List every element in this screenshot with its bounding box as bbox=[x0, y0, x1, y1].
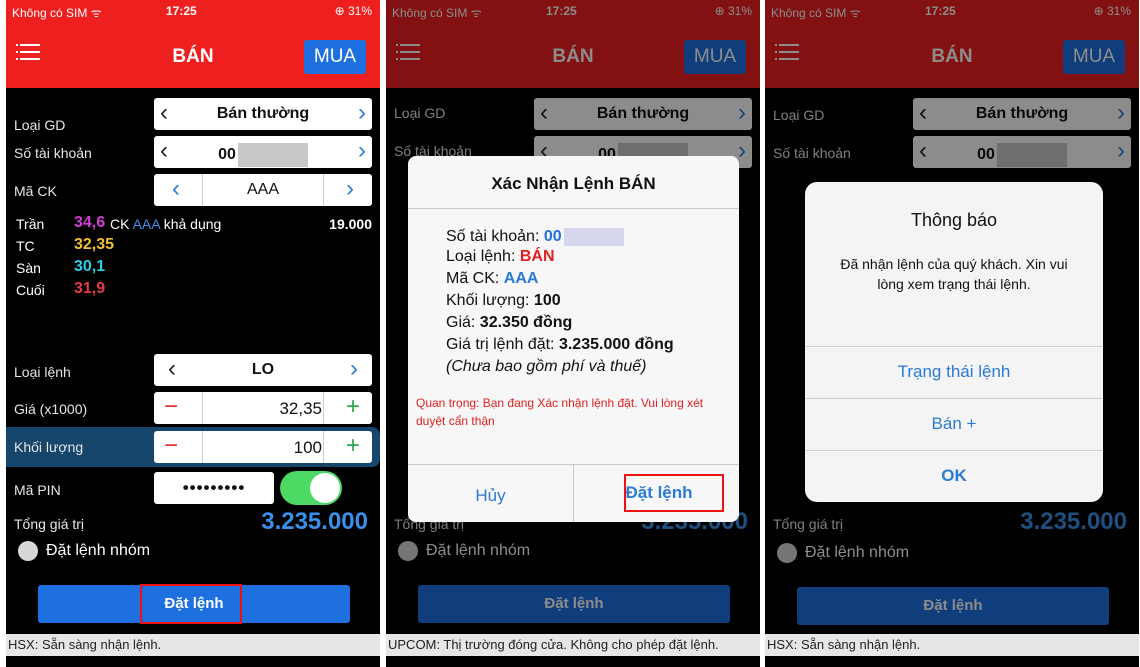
market-status: UPCOM: Thị trường đóng cửa. Không cho ph… bbox=[386, 634, 760, 656]
qty-label: Khối lượng bbox=[14, 439, 84, 455]
order-type-selector[interactable]: ‹ Bán thường › bbox=[154, 98, 372, 130]
account-selector[interactable]: ‹ 00 › bbox=[154, 136, 372, 168]
screen-confirm: Không có SIM ᯤ 17:25 ⊕ 31% BÁN MUA Loại … bbox=[386, 0, 760, 667]
dialog-title: Thông báo bbox=[910, 210, 998, 230]
notice-dialog: Thông báo Đã nhận lệnh của quý khách. Xi… bbox=[805, 182, 1103, 502]
highlight-outline bbox=[624, 474, 724, 512]
pin-label: Mã PIN bbox=[14, 482, 61, 498]
symbol-value: AAA bbox=[246, 181, 279, 198]
total-value: 3.235.000 bbox=[261, 508, 368, 535]
chevron-right-icon[interactable]: › bbox=[350, 356, 358, 382]
chevron-left-icon[interactable]: ‹ bbox=[160, 138, 168, 164]
group-order-radio[interactable] bbox=[18, 541, 38, 561]
chevron-right-icon[interactable]: › bbox=[358, 100, 366, 126]
market-status: HSX: Sẵn sàng nhận lệnh. bbox=[765, 634, 1139, 656]
confirm-warning: Quan trọng: Bạn đang Xác nhận lệnh đặt. … bbox=[416, 396, 704, 428]
chevron-left-icon[interactable]: ‹ bbox=[160, 100, 168, 126]
dialog-title: Xác Nhận Lệnh BÁN bbox=[491, 174, 656, 193]
ref-label: TC bbox=[16, 238, 35, 254]
plus-icon[interactable]: + bbox=[346, 393, 360, 421]
redacted-block bbox=[237, 143, 308, 167]
ok-button[interactable]: OK bbox=[805, 451, 1103, 501]
chevron-left-icon[interactable]: ‹ bbox=[168, 356, 176, 382]
cancel-button[interactable]: Hủy bbox=[408, 470, 573, 522]
order-type-label: Loại GD bbox=[14, 117, 66, 133]
confirm-price: Giá: 32.350 đồng bbox=[446, 314, 573, 331]
order-type-value: Bán thường bbox=[216, 105, 310, 122]
available-qty: 19.000 bbox=[329, 216, 372, 232]
floor-label: Sàn bbox=[16, 260, 41, 276]
sell-more-button[interactable]: Bán + bbox=[805, 399, 1103, 449]
ceiling-label: Trần bbox=[16, 216, 45, 232]
save-pin-toggle[interactable] bbox=[280, 471, 342, 505]
minus-icon[interactable]: − bbox=[164, 432, 178, 460]
order-kind-value: LO bbox=[251, 361, 275, 378]
confirm-value: Giá trị lệnh đặt: 3.235.000 đồng bbox=[446, 336, 674, 353]
screen-notice: Không có SIM ᯤ 17:25 ⊕ 31% BÁN MUA Loại … bbox=[765, 0, 1139, 667]
symbol-selector[interactable]: ‹ AAA › bbox=[154, 174, 372, 206]
qty-stepper[interactable]: − 100 + bbox=[154, 431, 372, 463]
chevron-left-icon[interactable]: ‹ bbox=[172, 176, 180, 202]
ceiling-row: Trần 34,6 bbox=[16, 214, 105, 232]
order-kind-label: Loại lệnh bbox=[14, 364, 71, 380]
qty-input[interactable]: 100 bbox=[204, 438, 322, 458]
last-value: 31,9 bbox=[74, 280, 106, 297]
chevron-right-icon[interactable]: › bbox=[358, 138, 366, 164]
price-input[interactable]: 32,35 bbox=[204, 399, 322, 419]
pin-input[interactable]: ••••••••• bbox=[154, 472, 274, 504]
confirm-symbol: Mã CK: AAA bbox=[446, 270, 539, 287]
available-text: CK AAA khả dụng bbox=[110, 216, 222, 232]
battery-indicator: ⊕ 31% bbox=[334, 4, 372, 18]
carrier-text: Không có SIM ᯤ bbox=[12, 6, 102, 20]
plus-icon[interactable]: + bbox=[346, 432, 360, 460]
dialog-message: Đã nhận lệnh của quý khách. Xin vui lòng… bbox=[840, 256, 1068, 292]
account-label: Số tài khoản bbox=[14, 145, 92, 161]
ref-value: 32,35 bbox=[74, 236, 115, 253]
market-status: HSX: Sẵn sàng nhận lệnh. bbox=[6, 634, 380, 656]
price-stepper[interactable]: − 32,35 + bbox=[154, 392, 372, 424]
last-label: Cuối bbox=[16, 282, 45, 298]
group-order-label: Đặt lệnh nhóm bbox=[46, 542, 151, 559]
order-kind-selector[interactable]: ‹ LO › bbox=[154, 354, 372, 386]
ref-row: TC 32,35 bbox=[16, 236, 114, 254]
symbol-label: Mã CK bbox=[14, 183, 57, 199]
confirm-qty: Khối lượng: 100 bbox=[446, 292, 561, 309]
status-bar: Không có SIM ᯤ 17:25 ⊕ 31% bbox=[6, 0, 380, 22]
screen-order-form: Không có SIM ᯤ 17:25 ⊕ 31% BÁN MUA Loại … bbox=[6, 0, 380, 667]
ceiling-value: 34,6 bbox=[74, 214, 106, 231]
nav-bar: BÁN MUA bbox=[6, 22, 380, 88]
redacted-block bbox=[563, 228, 624, 246]
confirm-order-dialog: Xác Nhận Lệnh BÁN Số tài khoản: 00 Loại … bbox=[408, 156, 739, 522]
total-label: Tổng giá trị bbox=[14, 516, 85, 532]
confirm-account: Số tài khoản: 00 bbox=[446, 228, 624, 246]
order-status-button[interactable]: Trạng thái lệnh bbox=[805, 347, 1103, 397]
minus-icon[interactable]: − bbox=[164, 393, 178, 421]
confirm-note: (Chưa bao gồm phí và thuế) bbox=[446, 358, 647, 375]
floor-row: Sàn 30,1 bbox=[16, 258, 105, 276]
account-value: 00 bbox=[218, 146, 236, 164]
floor-value: 30,1 bbox=[74, 258, 106, 275]
price-label: Giá (x1000) bbox=[14, 401, 88, 417]
chevron-right-icon[interactable]: › bbox=[346, 176, 354, 202]
highlight-outline bbox=[140, 584, 242, 624]
clock: 17:25 bbox=[166, 4, 197, 18]
last-row: Cuối 31,9 bbox=[16, 280, 105, 298]
confirm-type: Loại lệnh: BÁN bbox=[446, 248, 555, 265]
buy-tab-button[interactable]: MUA bbox=[304, 40, 366, 74]
